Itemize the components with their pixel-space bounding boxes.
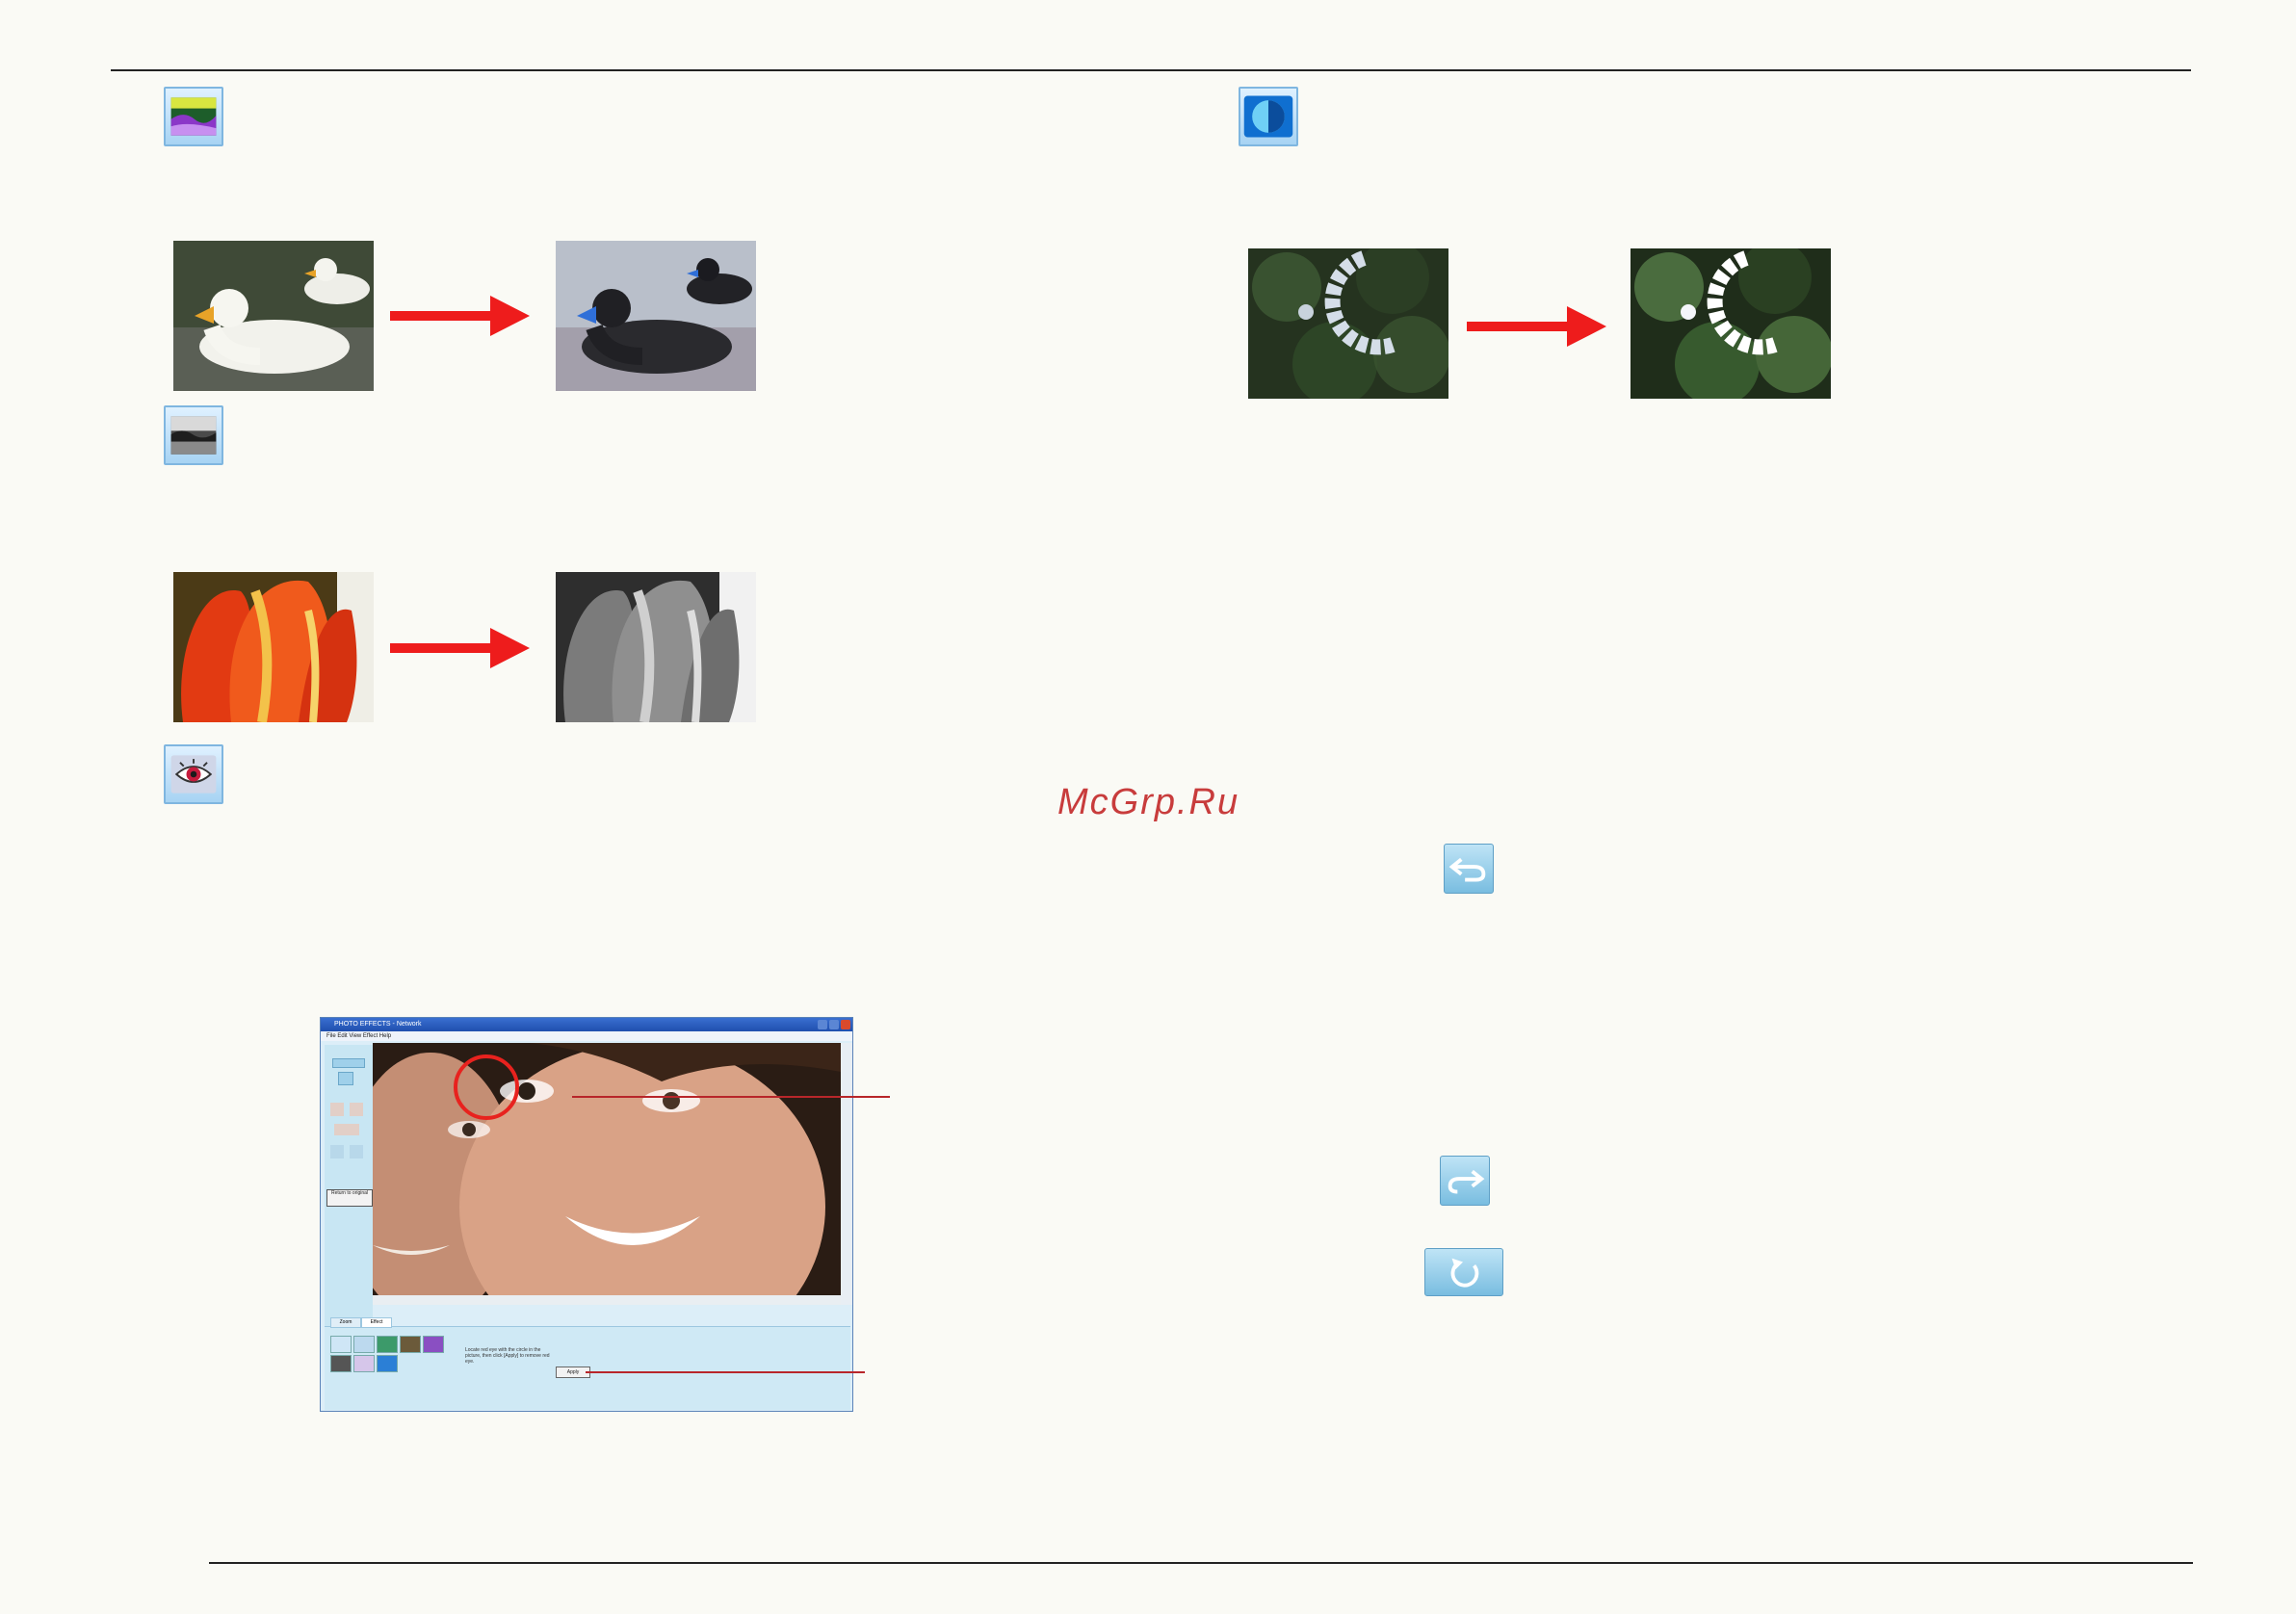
ducks-original-photo xyxy=(173,241,374,391)
tulip-original-photo xyxy=(173,572,374,722)
menu-bar: File Edit View Effect Help xyxy=(321,1031,852,1041)
tab-effect[interactable]: Effect xyxy=(361,1317,392,1328)
effect-thumb-icon[interactable] xyxy=(423,1336,444,1353)
return-to-original-button[interactable]: Return to original xyxy=(326,1189,373,1207)
effect-thumb-icon[interactable] xyxy=(400,1336,421,1353)
effect-thumb-icon[interactable] xyxy=(353,1355,375,1372)
rotate-right-icon xyxy=(350,1103,363,1116)
red-eye-circle-selector[interactable] xyxy=(452,1053,521,1122)
red-eye-fix-icon xyxy=(164,744,223,804)
arrow-right-icon xyxy=(390,296,530,336)
arrow-right-icon xyxy=(1467,306,1606,347)
flip-icon xyxy=(334,1124,359,1135)
minimize-icon xyxy=(818,1020,827,1029)
top-rule xyxy=(111,69,2191,71)
sharpen-effect-icon xyxy=(1239,87,1298,146)
redo-icon xyxy=(1440,1156,1490,1206)
effect-thumb-icon[interactable] xyxy=(377,1336,398,1353)
side-panel: Return to original xyxy=(325,1045,373,1363)
callout-line xyxy=(572,1096,890,1098)
flowers-original-photo xyxy=(1248,248,1448,399)
vertical-scrollbar[interactable] xyxy=(841,1043,852,1305)
redo-small-icon xyxy=(350,1145,363,1158)
negative-effect-icon xyxy=(164,87,223,146)
callout-line xyxy=(586,1371,865,1373)
effect-thumb-icon[interactable] xyxy=(377,1355,398,1372)
flowers-sharpened-photo xyxy=(1631,248,1831,399)
effect-thumb-icon[interactable] xyxy=(330,1336,352,1353)
undo-icon xyxy=(1444,844,1494,894)
monochrome-effect-icon xyxy=(164,405,223,465)
watermark: McGrp.Ru xyxy=(1057,782,1240,822)
rotate-left-icon xyxy=(330,1103,344,1116)
red-eye-screenshot: PHOTO EFFECTS - Network File Edit View E… xyxy=(320,1017,853,1412)
effect-thumb-icon[interactable] xyxy=(353,1336,375,1353)
tab-zoom[interactable]: Zoom xyxy=(330,1317,361,1328)
arrow-right-icon xyxy=(390,628,530,668)
close-icon xyxy=(841,1020,850,1029)
maximize-icon xyxy=(829,1020,839,1029)
portrait-photo xyxy=(373,1043,841,1305)
red-eye-instruction: Locate red eye with the circle in the pi… xyxy=(465,1347,550,1365)
undo-small-icon xyxy=(330,1145,344,1158)
return-to-original-icon xyxy=(1424,1248,1503,1296)
effect-thumb-icon[interactable] xyxy=(330,1355,352,1372)
tulip-monochrome-photo xyxy=(556,572,756,722)
ducks-negative-photo xyxy=(556,241,756,391)
hand-tool-icon xyxy=(338,1072,353,1085)
bottom-rule xyxy=(209,1562,2193,1564)
window-title: PHOTO EFFECTS - Network xyxy=(321,1018,852,1031)
zoom-tool-icon xyxy=(332,1058,365,1068)
